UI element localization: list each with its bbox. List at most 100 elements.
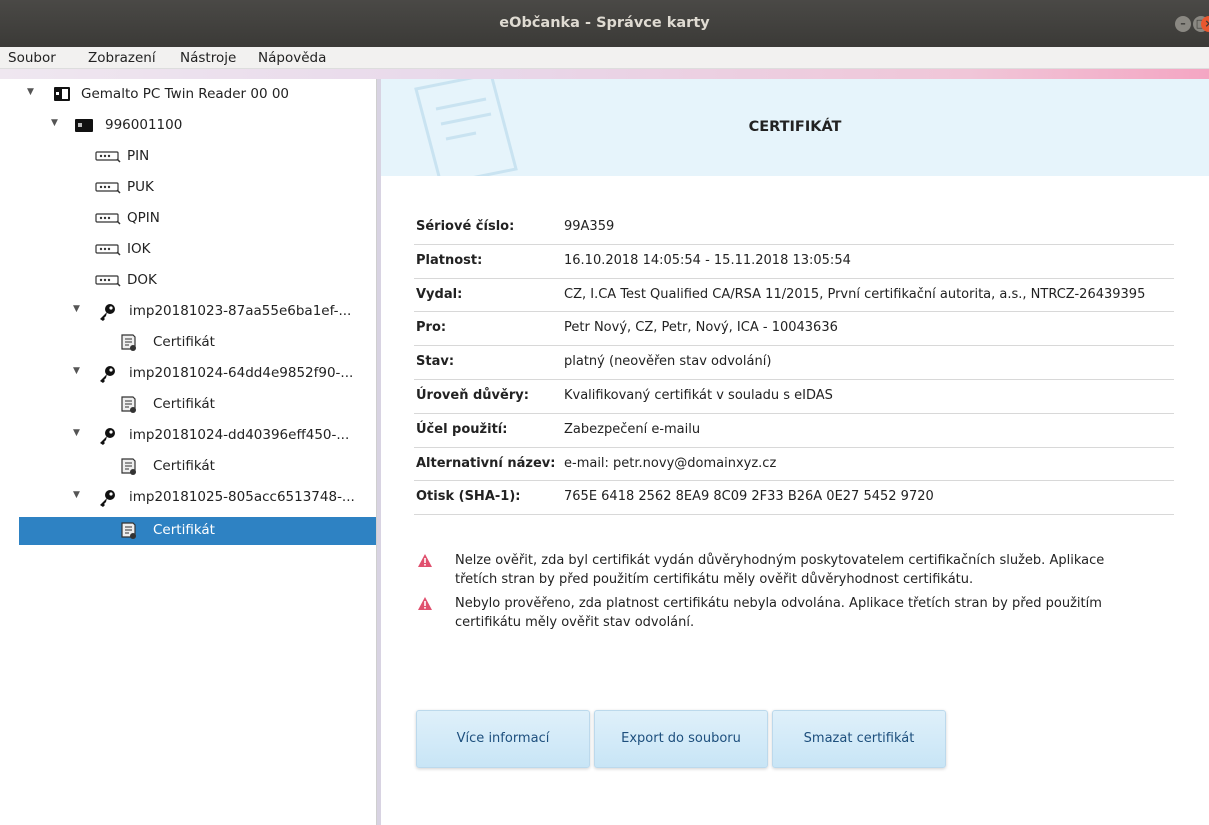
detail-key: Sériové číslo:	[416, 219, 515, 234]
collapse-arrow-icon[interactable]: ▼	[73, 490, 80, 500]
tree-item-pin[interactable]: PIN	[19, 145, 369, 169]
detail-key: Otisk (SHA-1):	[416, 489, 521, 505]
detail-row: Účel použití: Zabezpečení e-mailu	[414, 414, 1174, 448]
detail-key: Alternativní název:	[416, 455, 556, 471]
tree-item-qpin[interactable]: QPIN	[19, 207, 369, 231]
more-info-button[interactable]: Více informací	[416, 710, 590, 768]
card-tree[interactable]: ▼ Gemalto PC Twin Reader 00 00 ▼ 9960011…	[19, 79, 377, 825]
pin-field-icon	[95, 213, 121, 225]
detail-value: 99A359	[564, 219, 615, 234]
detail-value: 765E 6418 2562 8EA9 8C09 2F33 B26A 0E27 …	[564, 489, 934, 505]
detail-value: CZ, I.CA Test Qualified CA/RSA 11/2015, …	[564, 286, 1146, 302]
tree-label-key: imp20181024-64dd4e9852f90-...	[129, 365, 354, 381]
detail-value: Kvalifikovaný certifikát v souladu s eID…	[564, 387, 833, 403]
warnings-list: Nelze ověřit, zda byl certifikát vydán d…	[417, 551, 1137, 637]
tree-label-certificate: Certifikát	[153, 522, 215, 538]
accent-strip	[0, 69, 1209, 79]
tree-item-iok[interactable]: IOK	[19, 238, 369, 262]
pin-field-icon	[95, 182, 121, 194]
close-icon: ×	[1201, 16, 1209, 32]
detail-row: Alternativní název: e-mail: petr.novy@do…	[414, 448, 1174, 482]
key-icon	[100, 428, 115, 445]
warning-item: Nelze ověřit, zda byl certifikát vydán d…	[417, 551, 1137, 589]
close-button[interactable]: ×	[1201, 16, 1209, 32]
certificate-icon	[121, 458, 136, 475]
panel-header: CERTIFIKÁT	[381, 79, 1209, 176]
certificate-icon	[121, 334, 136, 351]
menu-nastroje[interactable]: Nástroje	[180, 50, 236, 66]
tree-label-qpin: QPIN	[127, 210, 160, 226]
detail-key: Účel použití:	[416, 421, 508, 437]
detail-key: Platnost:	[416, 252, 483, 268]
detail-row: Úroveň důvěry: Kvalifikovaný certifikát …	[414, 380, 1174, 414]
key-icon	[100, 366, 115, 383]
tree-item-certificate[interactable]: Certifikát	[19, 331, 369, 355]
tree-label-certificate: Certifikát	[153, 396, 215, 412]
smartcard-icon	[75, 119, 93, 132]
detail-value: Petr Nový, CZ, Petr, Nový, ICA - 1004363…	[564, 320, 838, 336]
tree-item-certificate-selected[interactable]: Certifikát	[19, 519, 369, 543]
collapse-arrow-icon[interactable]: ▼	[73, 366, 80, 376]
collapse-arrow-icon[interactable]: ▼	[73, 428, 80, 438]
tree-item-reader[interactable]: ▼ Gemalto PC Twin Reader 00 00	[19, 83, 369, 107]
menu-zobrazeni[interactable]: Zobrazení	[88, 50, 156, 66]
warning-icon	[418, 597, 432, 610]
pin-field-icon	[95, 151, 121, 163]
detail-value: platný (neověřen stav odvolání)	[564, 354, 772, 370]
tree-item-key[interactable]: ▼ imp20181025-805acc6513748-...	[19, 486, 369, 510]
detail-key: Úroveň důvěry:	[416, 387, 529, 403]
detail-value: e-mail: petr.novy@domainxyz.cz	[564, 455, 777, 471]
certificate-details-table: Sériové číslo: 99A359 Platnost: 16.10.20…	[414, 211, 1174, 516]
tree-item-key[interactable]: ▼ imp20181024-64dd4e9852f90-...	[19, 362, 369, 386]
tree-item-certificate[interactable]: Certifikát	[19, 455, 369, 479]
delete-certificate-button[interactable]: Smazat certifikát	[772, 710, 946, 768]
warning-text: Nelze ověřit, zda byl certifikát vydán d…	[455, 553, 1105, 587]
tree-item-puk[interactable]: PUK	[19, 176, 369, 200]
warning-item: Nebylo prověřeno, zda platnost certifiká…	[417, 594, 1137, 632]
tree-label-certificate: Certifikát	[153, 458, 215, 474]
tree-label-reader: Gemalto PC Twin Reader 00 00	[81, 86, 290, 102]
certificate-icon	[121, 396, 136, 413]
detail-key: Vydal:	[416, 286, 463, 302]
window-title: eObčanka - Správce karty	[499, 15, 710, 31]
warning-text: Nebylo prověřeno, zda platnost certifiká…	[455, 596, 1102, 630]
menu-napoveda[interactable]: Nápověda	[258, 50, 326, 66]
tree-item-card[interactable]: ▼ 996001100	[19, 114, 369, 138]
detail-row: Sériové číslo: 99A359	[414, 211, 1174, 245]
detail-row: Vydal: CZ, I.CA Test Qualified CA/RSA 11…	[414, 279, 1174, 313]
detail-row: Stav: platný (neověřen stav odvolání)	[414, 346, 1174, 380]
certificate-icon	[121, 522, 136, 539]
menu-soubor[interactable]: Soubor	[8, 50, 56, 66]
tree-item-key[interactable]: ▼ imp20181023-87aa55e6ba1ef-...	[19, 300, 369, 324]
minimize-button[interactable]: –	[1175, 16, 1191, 32]
warning-icon	[418, 554, 432, 567]
detail-key: Stav:	[416, 354, 455, 370]
tree-label-iok: IOK	[127, 241, 151, 257]
tree-label-card: 996001100	[105, 117, 183, 133]
detail-row: Pro: Petr Nový, CZ, Petr, Nový, ICA - 10…	[414, 312, 1174, 347]
tree-label-key: imp20181023-87aa55e6ba1ef-...	[129, 303, 352, 319]
collapse-arrow-icon[interactable]: ▼	[27, 87, 34, 97]
tree-label-key: imp20181025-805acc6513748-...	[129, 489, 355, 505]
key-icon	[100, 304, 115, 321]
tree-item-dok[interactable]: DOK	[19, 269, 369, 293]
collapse-arrow-icon[interactable]: ▼	[73, 304, 80, 314]
tree-item-certificate[interactable]: Certifikát	[19, 393, 369, 417]
tree-label-pin: PIN	[127, 148, 150, 164]
card-reader-icon	[54, 87, 70, 101]
minimize-icon: –	[1180, 17, 1186, 30]
pin-field-icon	[95, 275, 121, 287]
pin-field-icon	[95, 244, 121, 256]
panel-title: CERTIFIKÁT	[748, 119, 842, 135]
tree-label-key: imp20181024-dd40396eff450-...	[129, 427, 350, 443]
menu-bar: Soubor Zobrazení Nástroje Nápověda	[0, 47, 1209, 69]
tree-item-key[interactable]: ▼ imp20181024-dd40396eff450-...	[19, 424, 369, 448]
detail-value: Zabezpečení e-mailu	[564, 421, 701, 437]
collapse-arrow-icon[interactable]: ▼	[51, 118, 58, 128]
export-button[interactable]: Export do souboru	[594, 710, 768, 768]
detail-key: Pro:	[416, 320, 447, 336]
key-icon	[100, 490, 115, 507]
tree-label-dok: DOK	[127, 272, 157, 288]
tree-label-certificate: Certifikát	[153, 334, 215, 350]
detail-row: Platnost: 16.10.2018 14:05:54 - 15.11.20…	[414, 245, 1174, 279]
